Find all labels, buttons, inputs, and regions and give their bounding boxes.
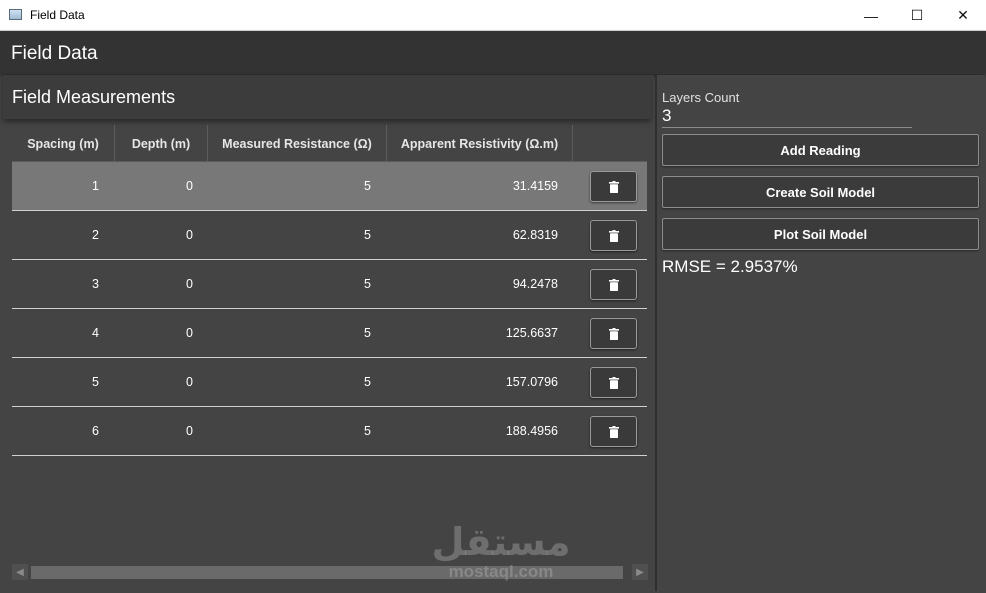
cell-resistivity: 125.6637 bbox=[505, 326, 558, 340]
plot-soil-model-button[interactable]: Plot Soil Model bbox=[662, 218, 979, 250]
table-row[interactable]: 2 0 5 62.8319 bbox=[12, 211, 647, 260]
measurements-panel: Field Measurements Spacing (m) Depth (m)… bbox=[3, 75, 653, 590]
trash-icon bbox=[608, 180, 619, 193]
layers-count-label: Layers Count bbox=[662, 90, 740, 105]
controls-panel: Layers Count 3 Add Reading Create Soil M… bbox=[657, 75, 985, 591]
app-title: Field Data bbox=[11, 43, 98, 64]
cell-depth: 0 bbox=[186, 424, 193, 438]
column-header-depth[interactable]: Depth (m) bbox=[115, 125, 208, 162]
cell-spacing: 3 bbox=[92, 277, 99, 291]
table-row[interactable]: 6 0 5 188.4956 bbox=[12, 407, 647, 456]
app-bar: Field Data bbox=[0, 31, 986, 74]
add-reading-button[interactable]: Add Reading bbox=[662, 134, 979, 166]
cell-depth: 0 bbox=[186, 228, 193, 242]
trash-icon bbox=[608, 327, 619, 340]
cell-spacing: 5 bbox=[92, 375, 99, 389]
measurements-title: Field Measurements bbox=[12, 87, 176, 107]
delete-row-button[interactable] bbox=[590, 367, 637, 398]
scroll-left-icon[interactable]: ◀ bbox=[12, 564, 28, 580]
cell-resistivity: 188.4956 bbox=[505, 424, 558, 438]
app-icon bbox=[9, 9, 22, 20]
cell-resistance: 5 bbox=[364, 179, 371, 193]
layers-count-input[interactable]: 3 bbox=[662, 106, 912, 128]
delete-row-button[interactable] bbox=[590, 220, 637, 251]
cell-spacing: 6 bbox=[92, 424, 99, 438]
cell-depth: 0 bbox=[186, 375, 193, 389]
column-header-spacing[interactable]: Spacing (m) bbox=[12, 125, 115, 162]
cell-resistance: 5 bbox=[364, 375, 371, 389]
delete-row-button[interactable] bbox=[590, 171, 637, 202]
maximize-button[interactable]: ☐ bbox=[894, 0, 940, 31]
cell-resistivity: 94.2478 bbox=[512, 277, 558, 291]
trash-icon bbox=[608, 278, 619, 291]
cell-resistivity: 62.8319 bbox=[512, 228, 558, 242]
cell-resistance: 5 bbox=[364, 326, 371, 340]
watermark-arabic: مستقل bbox=[431, 520, 571, 564]
table-row[interactable]: 1 0 5 31.4159 bbox=[12, 162, 647, 211]
cell-spacing: 2 bbox=[92, 228, 99, 242]
column-header-resistance[interactable]: Measured Resistance (Ω) bbox=[208, 125, 387, 162]
grid-rows: 1 0 5 31.4159 2 0 5 62.8319 3 0 5 94.2478 4 0 5 125.663… bbox=[12, 162, 647, 456]
cell-resistance: 5 bbox=[364, 277, 371, 291]
scroll-right-icon[interactable]: ▶ bbox=[632, 564, 648, 580]
cell-spacing: 1 bbox=[92, 179, 99, 193]
delete-row-button[interactable] bbox=[590, 269, 637, 300]
cell-depth: 0 bbox=[186, 326, 193, 340]
column-header-resistivity[interactable]: Apparent Resistivity (Ω.m) bbox=[387, 125, 573, 162]
trash-icon bbox=[608, 229, 619, 242]
delete-row-button[interactable] bbox=[590, 416, 637, 447]
table-row[interactable]: 5 0 5 157.0796 bbox=[12, 358, 647, 407]
cell-resistance: 5 bbox=[364, 228, 371, 242]
cell-resistance: 5 bbox=[364, 424, 371, 438]
table-row[interactable]: 3 0 5 94.2478 bbox=[12, 260, 647, 309]
delete-row-button[interactable] bbox=[590, 318, 637, 349]
window-title: Field Data bbox=[30, 8, 85, 22]
measurements-grid: Spacing (m) Depth (m) Measured Resistanc… bbox=[12, 125, 647, 456]
cell-depth: 0 bbox=[186, 179, 193, 193]
rmse-readout: RMSE = 2.9537% bbox=[662, 257, 798, 276]
cell-resistivity: 31.4159 bbox=[512, 179, 558, 193]
table-row[interactable]: 4 0 5 125.6637 bbox=[12, 309, 647, 358]
cell-resistivity: 157.0796 bbox=[505, 375, 558, 389]
grid-header-row: Spacing (m) Depth (m) Measured Resistanc… bbox=[12, 125, 647, 162]
cell-depth: 0 bbox=[186, 277, 193, 291]
trash-icon bbox=[608, 425, 619, 438]
close-button[interactable]: ✕ bbox=[940, 0, 986, 31]
create-soil-model-button[interactable]: Create Soil Model bbox=[662, 176, 979, 208]
measurements-header: Field Measurements bbox=[3, 75, 651, 119]
window-titlebar: Field Data — ☐ ✕ bbox=[0, 0, 986, 31]
trash-icon bbox=[608, 376, 619, 389]
watermark: مستقل mostaql.com bbox=[421, 520, 581, 582]
cell-spacing: 4 bbox=[92, 326, 99, 340]
minimize-button[interactable]: — bbox=[848, 0, 894, 31]
watermark-latin: mostaql.com bbox=[448, 562, 554, 581]
